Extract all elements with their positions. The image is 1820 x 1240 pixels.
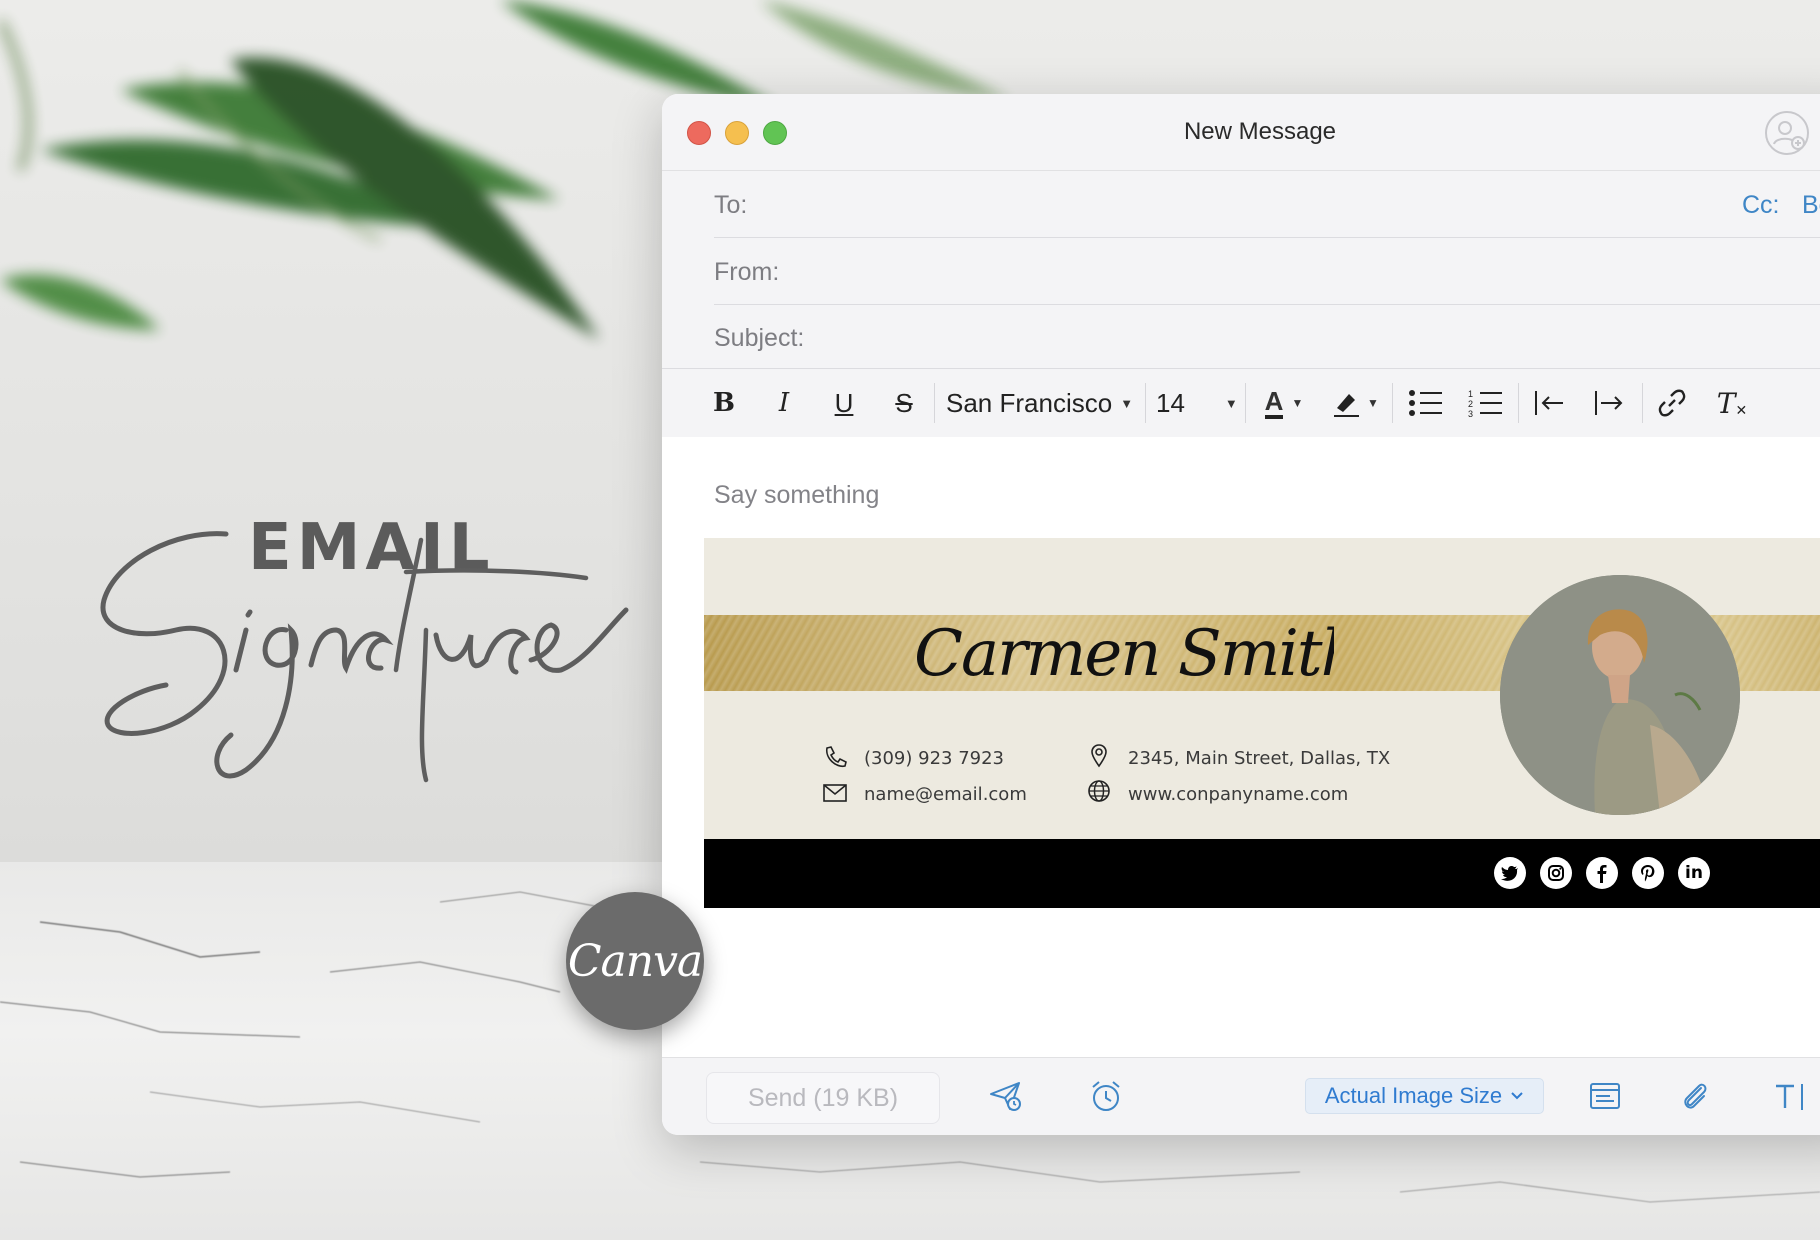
pinterest-icon[interactable] bbox=[1632, 857, 1664, 889]
bold-button[interactable]: B bbox=[708, 383, 740, 423]
message-body[interactable]: Say something Carmen Smith (309) 923 792… bbox=[662, 437, 1820, 1057]
send-later-icon[interactable] bbox=[988, 1078, 1024, 1114]
indent-icon bbox=[1595, 391, 1623, 415]
phone-icon bbox=[826, 746, 847, 768]
signature-website: www.conpanyname.com bbox=[1128, 784, 1349, 805]
highlight-color-button[interactable]: ▼ bbox=[1326, 383, 1382, 423]
signature-phone: (309) 923 7923 bbox=[864, 748, 1005, 769]
svg-text:2: 2 bbox=[1468, 399, 1473, 409]
font-family-select[interactable]: San Francisco ▼ bbox=[946, 383, 1142, 423]
to-field[interactable]: To: Cc: Bcc: bbox=[714, 171, 1820, 238]
chevron-down-icon: ▼ bbox=[1367, 396, 1379, 410]
chevron-down-icon: ▼ bbox=[1120, 395, 1134, 411]
social-bar: in bbox=[704, 839, 1820, 908]
toolbar-divider bbox=[1518, 383, 1519, 423]
format-text-icon[interactable] bbox=[1772, 1078, 1808, 1114]
bullet-list-icon bbox=[1409, 390, 1442, 416]
image-size-select[interactable]: Actual Image Size bbox=[1305, 1078, 1544, 1114]
canva-logo-text: Canva bbox=[567, 935, 703, 987]
compose-footer: Send (19 KB) Actual Image Size bbox=[662, 1057, 1820, 1135]
subject-field[interactable]: Subject: bbox=[714, 304, 1820, 370]
svg-text:3: 3 bbox=[1468, 409, 1473, 418]
globe-icon bbox=[1088, 780, 1110, 802]
email-signature-banner: Carmen Smith (309) 923 7923 name@email.c… bbox=[704, 538, 1820, 908]
decrease-indent-button[interactable] bbox=[1530, 383, 1570, 423]
linkedin-icon[interactable]: in bbox=[1678, 857, 1710, 889]
signature-name-script: Carmen Smith bbox=[914, 617, 1334, 691]
signature-email: name@email.com bbox=[864, 784, 1027, 805]
stationery-icon[interactable] bbox=[1587, 1078, 1623, 1114]
strikethrough-button[interactable]: S bbox=[888, 383, 920, 423]
chevron-down-icon: ▼ bbox=[1291, 396, 1304, 410]
italic-button[interactable]: I bbox=[768, 383, 800, 423]
increase-indent-button[interactable] bbox=[1590, 383, 1630, 423]
send-button[interactable]: Send (19 KB) bbox=[706, 1072, 940, 1124]
toolbar-divider bbox=[934, 383, 935, 423]
svg-text:1: 1 bbox=[1468, 389, 1473, 399]
paperclip-icon[interactable] bbox=[1677, 1078, 1713, 1114]
image-size-label: Actual Image Size bbox=[1324, 1083, 1503, 1108]
from-field[interactable]: From: bbox=[714, 238, 1820, 305]
format-toolbar: B I U S San Francisco ▼ 14 ▼ A ▼ ▼ 1 2 3… bbox=[662, 368, 1820, 438]
bulleted-list-button[interactable] bbox=[1406, 383, 1446, 423]
body-placeholder: Say something bbox=[714, 481, 880, 509]
clear-x-icon: ✕ bbox=[1735, 401, 1748, 418]
font-size-select[interactable]: 14 ▼ bbox=[1156, 383, 1242, 423]
underline-button[interactable]: U bbox=[828, 383, 860, 423]
twitter-icon[interactable] bbox=[1494, 857, 1526, 889]
instagram-icon[interactable] bbox=[1540, 857, 1572, 889]
to-label: To: bbox=[714, 191, 748, 219]
chevron-down-icon: ▼ bbox=[1224, 395, 1238, 411]
chevron-down-icon bbox=[1511, 1092, 1523, 1100]
facebook-icon[interactable] bbox=[1586, 857, 1618, 889]
numbered-list-button[interactable]: 1 2 3 bbox=[1466, 383, 1506, 423]
link-icon bbox=[1658, 389, 1686, 417]
add-contact-icon[interactable] bbox=[1764, 110, 1810, 156]
window-title: New Message bbox=[1183, 118, 1337, 145]
text-color-button[interactable]: A ▼ bbox=[1256, 383, 1312, 423]
envelope-icon bbox=[823, 784, 847, 802]
signature-name-text: Carmen Smith bbox=[914, 617, 1334, 691]
from-label: From: bbox=[714, 258, 780, 286]
alarm-clock-icon[interactable] bbox=[1088, 1078, 1124, 1114]
compose-window: New Message To: Cc: Bcc: From: Subject: … bbox=[662, 94, 1820, 1135]
profile-photo bbox=[1500, 575, 1740, 815]
toolbar-divider bbox=[1245, 383, 1246, 423]
hero-script-signature bbox=[100, 531, 629, 783]
subject-label: Subject: bbox=[714, 324, 805, 352]
bcc-button[interactable]: Bcc: bbox=[1802, 191, 1820, 220]
numbered-list-icon: 1 2 3 bbox=[1468, 389, 1502, 418]
cc-button[interactable]: Cc: bbox=[1742, 191, 1780, 220]
outdent-icon bbox=[1535, 391, 1563, 415]
location-pin-icon bbox=[1091, 744, 1107, 768]
toolbar-divider bbox=[1642, 383, 1643, 423]
canva-logo-badge: Canva bbox=[566, 892, 704, 1030]
window-titlebar: New Message bbox=[662, 94, 1820, 171]
insert-link-button[interactable] bbox=[1652, 383, 1692, 423]
signature-address: 2345, Main Street, Dallas, TX bbox=[1128, 748, 1391, 769]
highlighter-icon bbox=[1334, 394, 1360, 417]
toolbar-divider bbox=[1392, 383, 1393, 423]
clear-formatting-button[interactable]: T ✕ bbox=[1712, 383, 1752, 423]
toolbar-divider bbox=[1145, 383, 1146, 423]
